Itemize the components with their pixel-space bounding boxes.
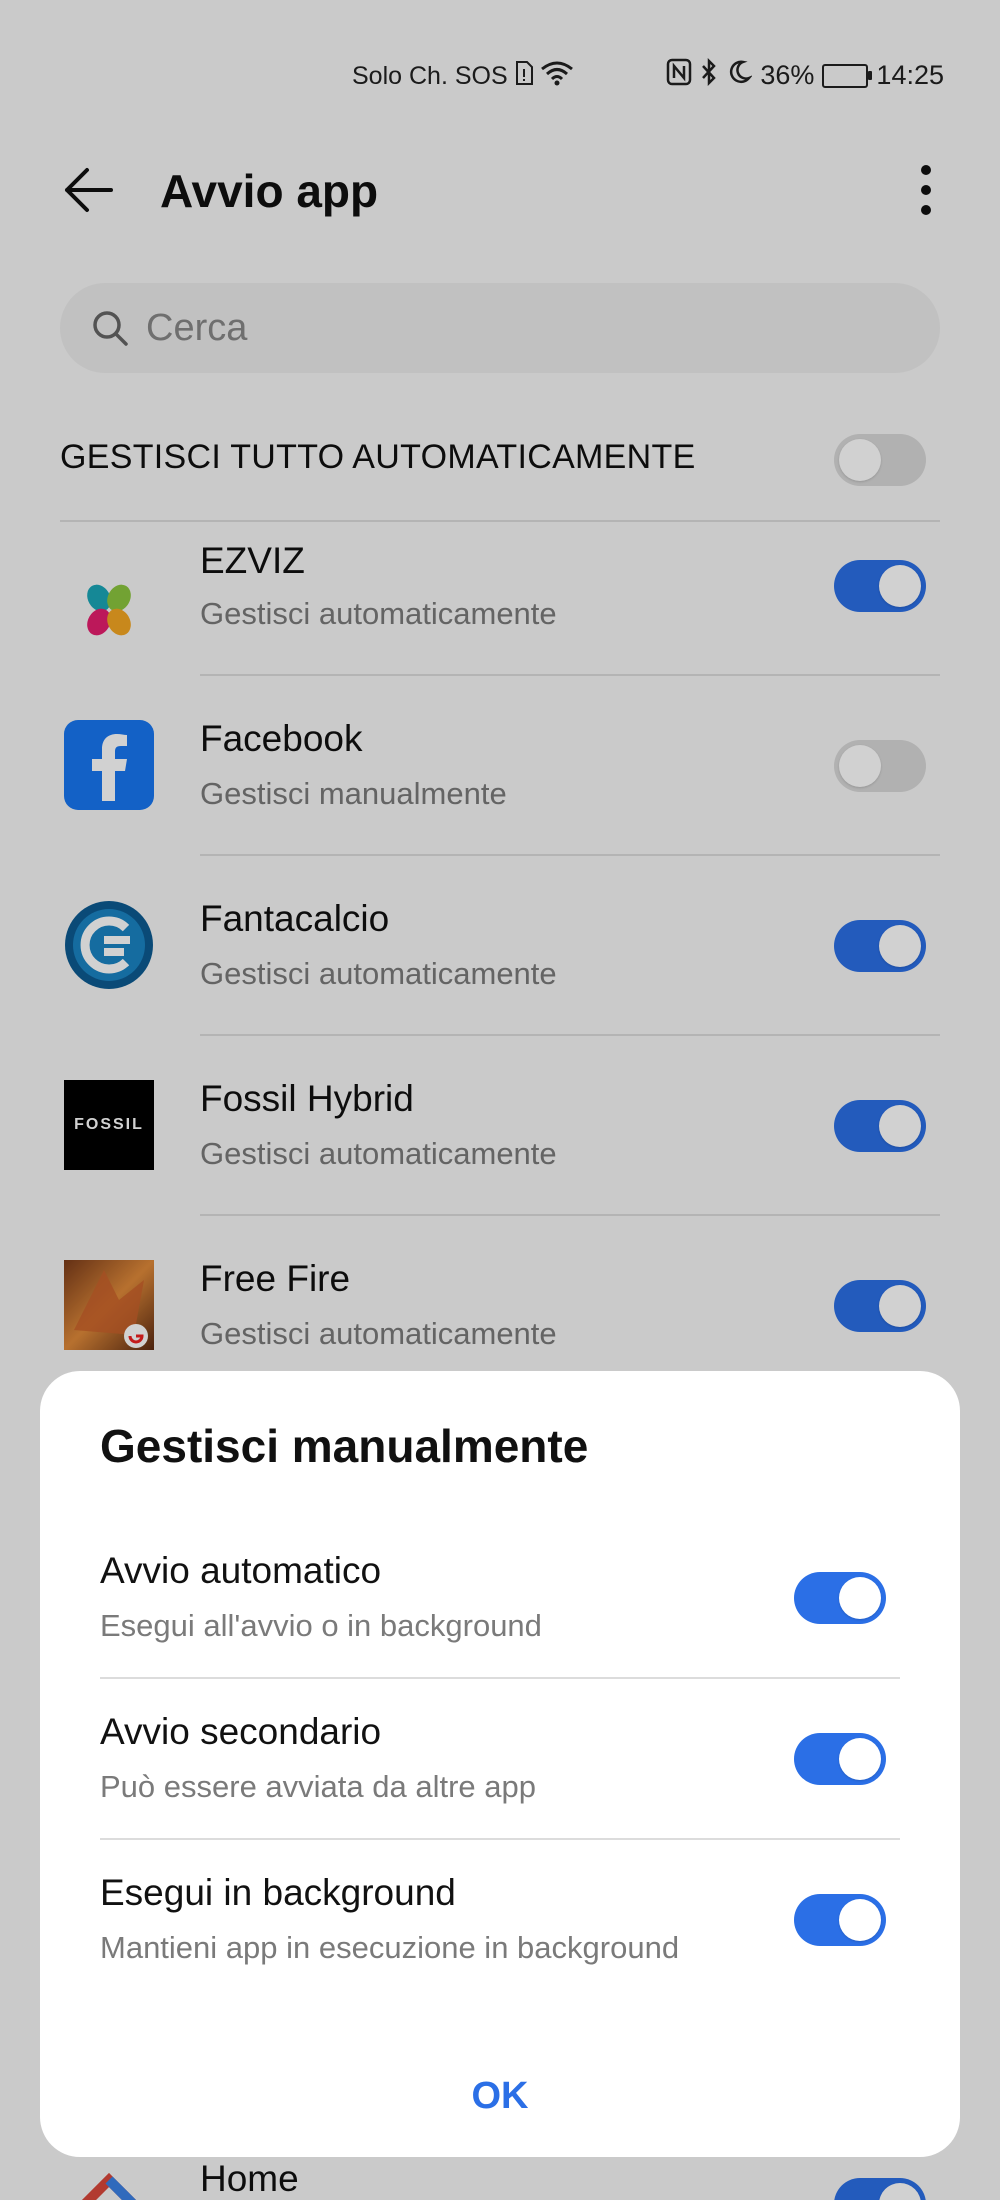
auto-launch-toggle[interactable]: [794, 1572, 886, 1624]
option-subtitle: Può essere avviata da altre app: [100, 1769, 536, 1804]
manual-management-dialog: Gestisci manualmente Avvio automatico Es…: [40, 1371, 960, 2157]
toggle-knob: [839, 1738, 881, 1780]
toggle-knob: [839, 1899, 881, 1941]
toggle-knob: [839, 1577, 881, 1619]
dialog-title: Gestisci manualmente: [100, 1420, 589, 1472]
divider: [100, 1838, 900, 1840]
divider: [100, 1677, 900, 1679]
option-name: Avvio automatico: [100, 1550, 382, 1591]
secondary-launch-toggle[interactable]: [794, 1733, 886, 1785]
option-subtitle: Esegui all'avvio o in background: [100, 1608, 542, 1643]
run-background-toggle[interactable]: [794, 1894, 886, 1946]
option-subtitle: Mantieni app in esecuzione in background: [100, 1930, 680, 1965]
ok-button[interactable]: OK: [400, 2061, 600, 2131]
screen: Solo Ch. SOS 36% 14:25 Avvio app Cerca G…: [0, 0, 1000, 2200]
option-name: Avvio secondario: [100, 1711, 382, 1752]
option-name: Esegui in background: [100, 1872, 456, 1913]
